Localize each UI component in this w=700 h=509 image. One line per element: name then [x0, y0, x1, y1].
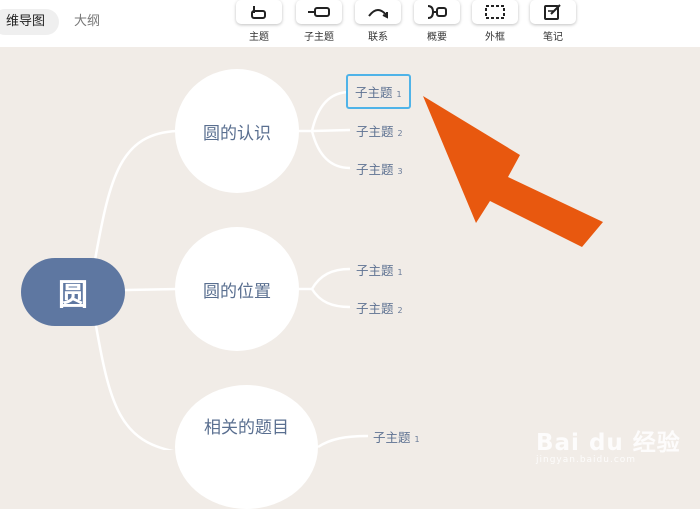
subtopic-button[interactable]: 子主题: [294, 0, 344, 43]
subtopic-label: 子主题: [373, 430, 411, 445]
subtopic-number: 2: [397, 306, 403, 315]
note-button[interactable]: 笔记: [528, 0, 578, 43]
branch-topic[interactable]: 圆的认识: [175, 69, 299, 193]
subtopic[interactable]: 子主题 2: [356, 298, 403, 317]
topic-icon: [236, 0, 282, 24]
subtopic[interactable]: 子主题 3: [356, 159, 403, 178]
subtopic-label: 子主题: [356, 124, 394, 139]
summary-button[interactable]: 概要: [412, 0, 462, 43]
relationship-button[interactable]: 联系: [353, 0, 403, 43]
subtopic-label: 子主题: [356, 263, 394, 278]
note-icon: [530, 0, 576, 24]
subtopic-number: 1: [396, 90, 402, 99]
branch-topic[interactable]: 相关的题目: [175, 385, 318, 509]
subtopic-label: 子主题: [356, 162, 394, 177]
subtopic-label: 子主题: [304, 32, 334, 43]
boundary-label: 外框: [485, 32, 505, 43]
branch-topic[interactable]: 圆的位置: [175, 227, 299, 351]
toolbar: 维导图 大纲 主题 子主题 联系 概要 外框 笔记: [0, 0, 700, 47]
subtopic-number: 1: [397, 268, 403, 277]
pointer-arrow-icon: [423, 96, 603, 247]
topic-label: 主题: [249, 32, 269, 43]
subtopic[interactable]: 子主题 1: [356, 260, 403, 279]
relationship-label: 联系: [368, 32, 388, 43]
mindmap-canvas[interactable]: 圆 圆的认识 圆的位置 相关的题目 子主题 1 子主题 2 子主题 3 子主题 1 子主…: [0, 47, 700, 509]
root-topic[interactable]: 圆: [21, 258, 125, 326]
subtopic[interactable]: 子主题 1: [373, 427, 420, 446]
relationship-icon: [355, 0, 401, 24]
summary-icon: [414, 0, 460, 24]
summary-label: 概要: [427, 32, 447, 43]
subtopic-icon: [296, 0, 342, 24]
subtopic-number: 2: [397, 129, 403, 138]
subtopic-label: 子主题: [355, 85, 393, 100]
topic-button[interactable]: 主题: [234, 0, 284, 43]
watermark-logo: Bai du 经验 jingyan.baidu.com: [536, 423, 681, 465]
subtopic-label: 子主题: [356, 301, 394, 316]
boundary-button[interactable]: 外框: [470, 0, 520, 43]
subtopic-number: 1: [414, 435, 420, 444]
boundary-icon: [472, 0, 518, 24]
subtopic-number: 3: [397, 167, 403, 176]
subtopic-selected[interactable]: 子主题 1: [346, 74, 411, 109]
note-label: 笔记: [543, 32, 563, 43]
tab-mindmap[interactable]: 维导图: [0, 9, 59, 35]
tab-outline[interactable]: 大纲: [74, 9, 100, 35]
subtopic[interactable]: 子主题 2: [356, 121, 403, 140]
watermark-brand: Bai du 经验: [536, 430, 681, 456]
